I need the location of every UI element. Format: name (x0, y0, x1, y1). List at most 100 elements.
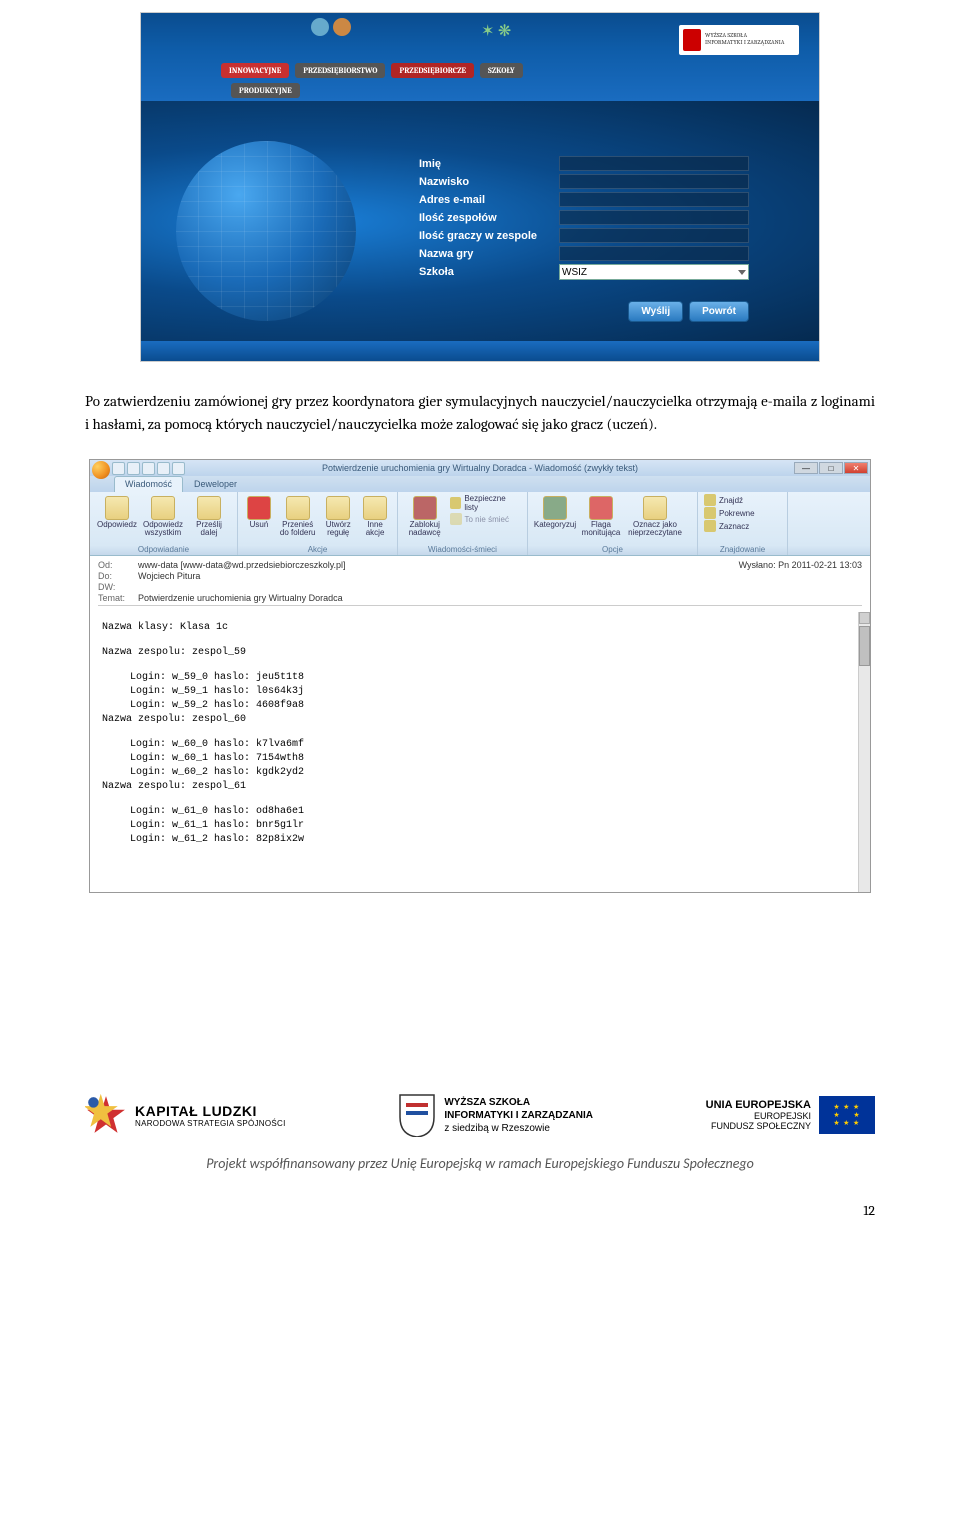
email-line: Login: w_61_1 haslo: bnr5g1lr (130, 820, 858, 831)
rule-icon (326, 496, 350, 520)
email-line: Login: w_61_0 haslo: od8ha6e1 (130, 806, 858, 817)
banner-pills: INNOWACYJNE PRZEDSIĘBIORSTWO PRZEDSIĘBIO… (221, 63, 523, 78)
wsiz-line1: WYŻSZA SZKOŁA (444, 1096, 593, 1109)
submit-button[interactable]: Wyślij (628, 301, 683, 322)
input-nazwa-gry[interactable] (559, 246, 749, 261)
categorize-button[interactable]: Kategoryzuj (534, 494, 576, 529)
group-label: Akcje (238, 545, 397, 554)
cc-label: DW: (98, 582, 138, 592)
body-paragraph: Po zatwierdzeniu zamówionej gry przez ko… (85, 390, 875, 435)
back-button[interactable]: Powrót (689, 301, 749, 322)
email-line: Login: w_59_1 haslo: l0s64k3j (130, 686, 858, 697)
tab-wiadomosc[interactable]: Wiadomość (114, 476, 183, 492)
move-button[interactable]: Przenieś do folderu (278, 494, 317, 537)
form-label-imie: Imię (419, 158, 559, 170)
scrollbar[interactable] (858, 612, 870, 892)
form-label-zespolow: Ilość zespołów (419, 212, 559, 224)
qat-save-icon[interactable] (112, 462, 125, 475)
page-number: 12 (0, 1202, 875, 1219)
flag-button[interactable]: Flaga monitująca (580, 494, 622, 537)
input-zespolow[interactable] (559, 210, 749, 225)
email-line: Login: w_61_2 haslo: 82p8ix2w (130, 834, 858, 845)
shield-icon (398, 1093, 436, 1137)
reply-button[interactable]: Odpowiedz (96, 494, 138, 529)
group-label: Znajdowanie (698, 545, 787, 554)
find-icon (704, 494, 716, 506)
wsiz-logo: WYŻSZA SZKOŁA INFORMATYKI I ZARZĄDZANIA … (398, 1093, 593, 1137)
subject-label: Temat: (98, 593, 138, 603)
email-line: Nazwa klasy: Klasa 1c (102, 622, 858, 633)
close-button[interactable]: ✕ (844, 462, 868, 474)
select-button[interactable]: Zaznacz (704, 520, 755, 532)
forward-icon (197, 496, 221, 520)
minimize-button[interactable]: — (794, 462, 818, 474)
input-imie[interactable] (559, 156, 749, 171)
email-body: Nazwa klasy: Klasa 1c Nazwa zespolu: zes… (90, 612, 870, 892)
tree-decoration: ✶ ❋ (481, 21, 511, 40)
group-label: Odpowiadanie (90, 545, 237, 554)
maximize-button[interactable]: □ (819, 462, 843, 474)
ue-line2: EUROPEJSKI (706, 1111, 811, 1121)
actions-icon (363, 496, 387, 520)
window-title: Potwierdzenie uruchomienia gry Wirtualny… (322, 463, 638, 473)
input-nazwisko[interactable] (559, 174, 749, 189)
gear-icon (333, 18, 351, 36)
wsiz-line3: z siedzibą w Rzeszowie (444, 1122, 593, 1135)
reply-all-icon (151, 496, 175, 520)
sent-value: Pn 2011-02-21 13:03 (778, 560, 862, 570)
office-orb-icon[interactable] (92, 461, 110, 479)
form-buttons: Wyślij Powrót (628, 301, 749, 322)
mark-unread-button[interactable]: Oznacz jako nieprzeczytane (626, 494, 684, 537)
forward-button[interactable]: Prześlij dalej (188, 494, 230, 537)
qat-undo-icon[interactable] (127, 462, 140, 475)
scroll-up-icon[interactable] (859, 612, 870, 624)
group-label: Wiadomości-śmieci (398, 545, 527, 554)
banner-pill: PRODUKCYJNE (231, 83, 300, 98)
rule-button[interactable]: Utwórz regułę (321, 494, 355, 537)
qat-prev-icon[interactable] (157, 462, 170, 475)
not-junk-button[interactable]: To nie śmieć (450, 513, 522, 525)
gear-icon (311, 18, 329, 36)
email-line: Nazwa zespolu: zespol_60 (102, 714, 858, 725)
form-label-nazwa-gry: Nazwa gry (419, 248, 559, 260)
banner-pill: PRZEDSIĘBIORCZE (391, 63, 474, 78)
qat-next-icon[interactable] (172, 462, 185, 475)
select-icon (704, 520, 716, 532)
folder-icon (286, 496, 310, 520)
email-line: Nazwa zespolu: zespol_61 (102, 781, 858, 792)
quick-access-toolbar (112, 462, 185, 475)
find-button[interactable]: Znajdź (704, 494, 755, 506)
ue-logo: UNIA EUROPEJSKA EUROPEJSKI FUNDUSZ SPOŁE… (706, 1096, 875, 1134)
banner-pill: INNOWACYJNE (221, 63, 289, 78)
qat-redo-icon[interactable] (142, 462, 155, 475)
from-value: www-data [www-data@wd.przedsiebiorczeszk… (138, 560, 346, 570)
ribbon-tabs: Wiadomość Deweloper (90, 476, 870, 492)
select-szkola[interactable]: WSIZ (559, 264, 749, 280)
flag-icon (589, 496, 613, 520)
footer-cofinancing-text: Projekt współfinansowany przez Unię Euro… (85, 1155, 875, 1172)
input-email[interactable] (559, 192, 749, 207)
email-line: Login: w_60_1 haslo: 7154wth8 (130, 753, 858, 764)
block-sender-button[interactable]: Zablokuj nadawcę (404, 494, 446, 537)
reply-all-button[interactable]: Odpowiedz wszystkim (142, 494, 184, 537)
outlook-screenshot: Potwierdzenie uruchomienia gry Wirtualny… (89, 459, 871, 893)
tab-deweloper[interactable]: Deweloper (183, 476, 248, 492)
not-junk-icon (450, 513, 462, 525)
titlebar: Potwierdzenie uruchomienia gry Wirtualny… (90, 460, 870, 476)
ue-line1: UNIA EUROPEJSKA (706, 1099, 811, 1111)
input-graczy[interactable] (559, 228, 749, 243)
kl-title: KAPITAŁ LUDZKI (135, 1103, 286, 1119)
scroll-thumb[interactable] (859, 626, 870, 666)
to-label: Do: (98, 571, 138, 581)
related-button[interactable]: Pokrewne (704, 507, 755, 519)
other-actions-button[interactable]: Inne akcje (359, 494, 391, 537)
email-line: Login: w_59_0 haslo: jeu5t1t8 (130, 672, 858, 683)
delete-button[interactable]: Usuń (244, 494, 274, 529)
banner-header: ✶ ❋ WYŻSZA SZKOŁAINFORMATYKI I ZARZĄDZAN… (141, 13, 819, 101)
ue-line3: FUNDUSZ SPOŁECZNY (706, 1121, 811, 1131)
form-label-nazwisko: Nazwisko (419, 176, 559, 188)
safe-lists-button[interactable]: Bezpieczne listy (450, 494, 522, 512)
to-value: Wojciech Pitura (138, 571, 200, 581)
block-icon (413, 496, 437, 520)
kapital-ludzki-logo: KAPITAŁ LUDZKI NARODOWA STRATEGIA SPÓJNO… (85, 1094, 286, 1136)
